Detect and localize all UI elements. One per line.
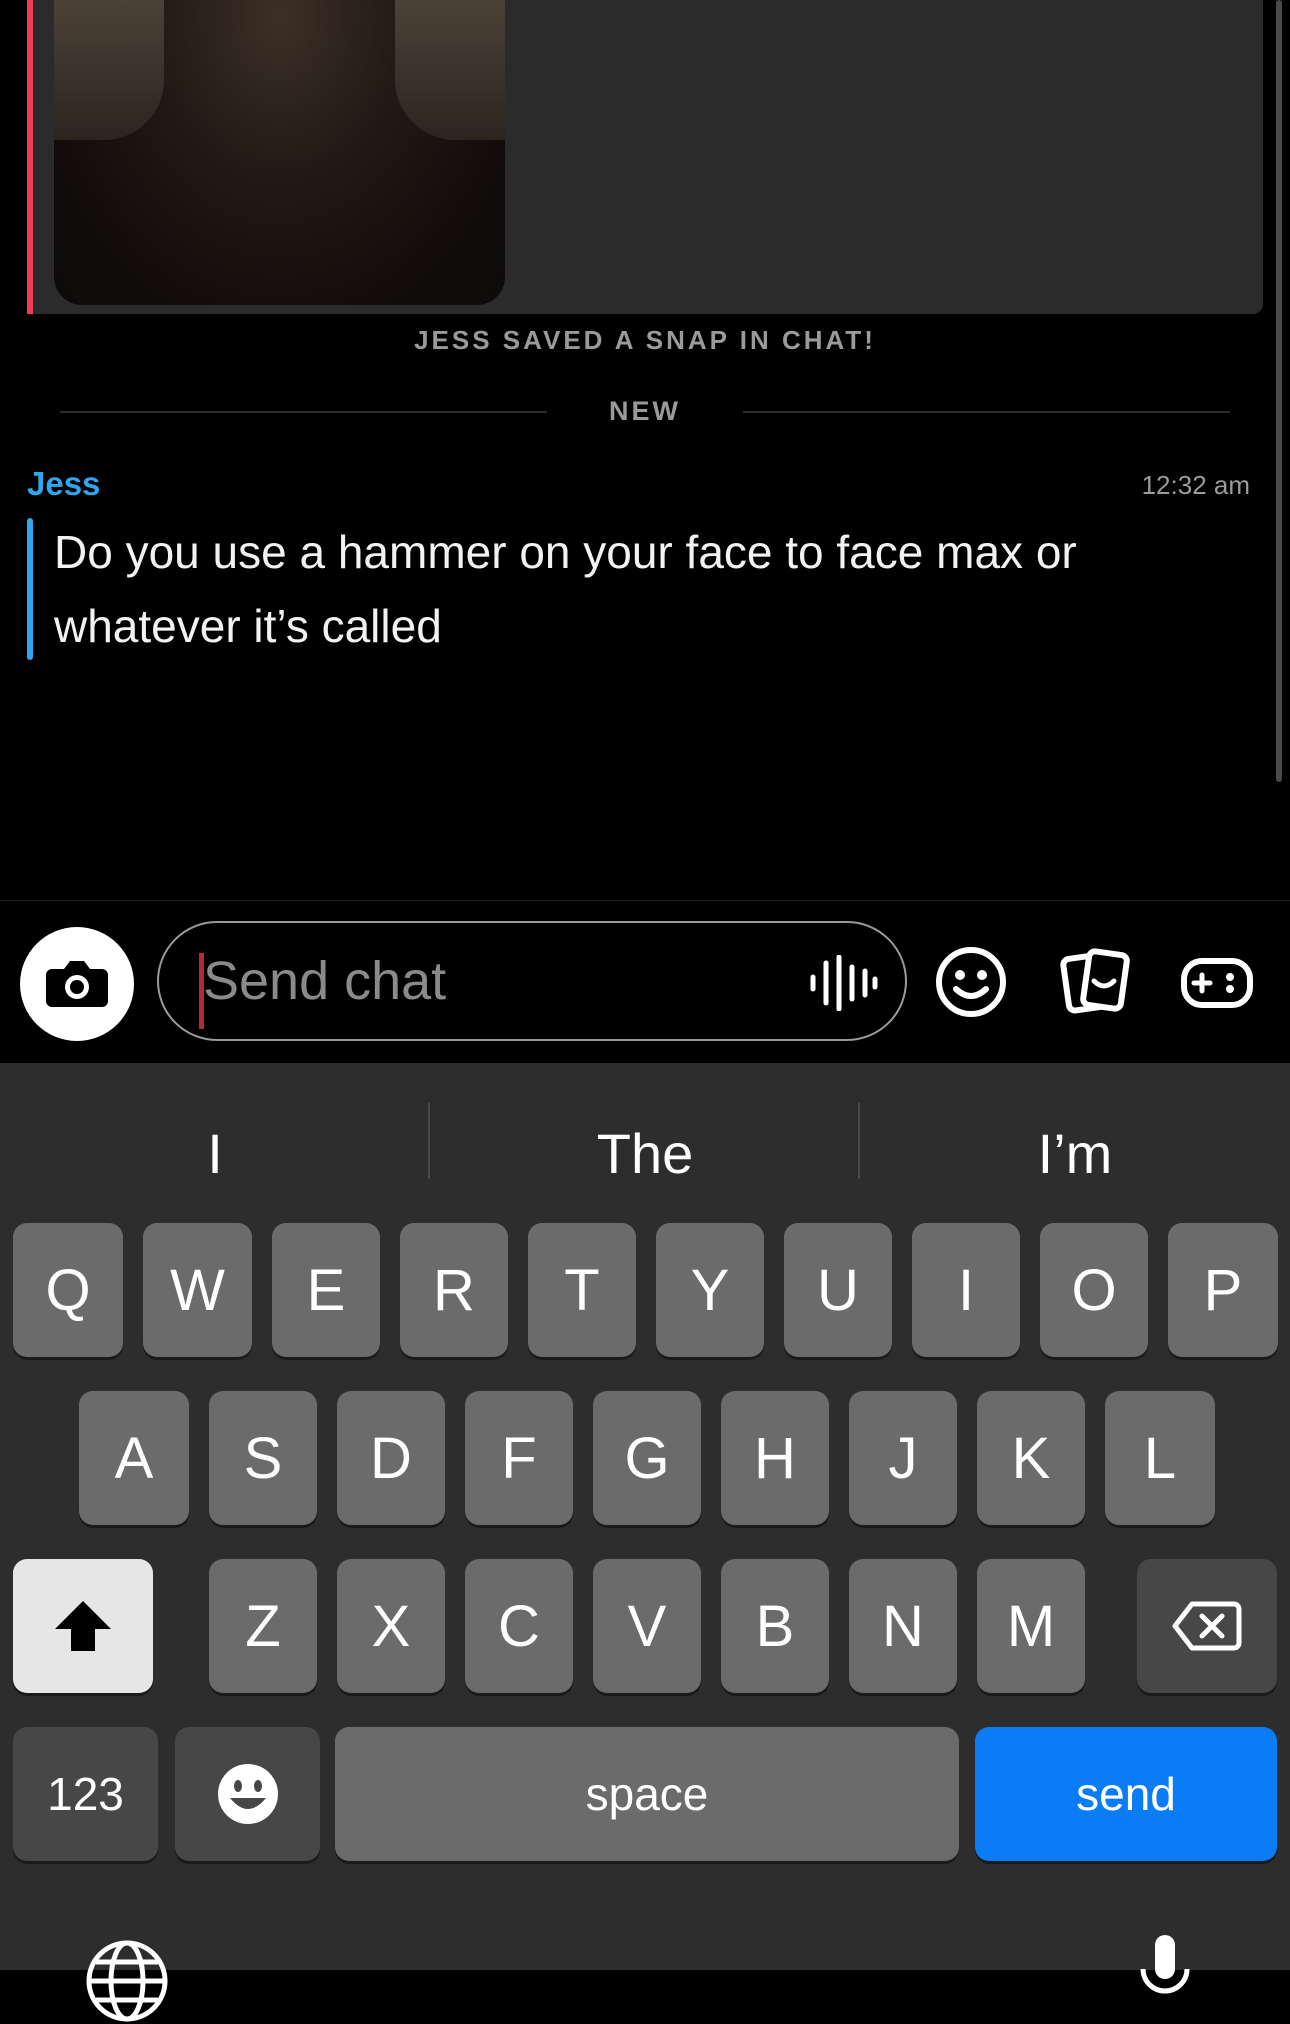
key-g[interactable]: G (593, 1391, 701, 1525)
key-p[interactable]: P (1168, 1223, 1278, 1357)
emoji-icon (217, 1764, 278, 1824)
chat-input[interactable] (203, 941, 763, 1021)
keyboard: I The I’m Q W E R T Y U I O P A S D F G … (0, 1063, 1290, 2022)
chat-scrollbar[interactable] (1276, 0, 1282, 782)
key-d[interactable]: D (337, 1391, 445, 1525)
key-n[interactable]: N (849, 1559, 957, 1693)
space-key[interactable]: space (335, 1727, 959, 1861)
backspace-icon (1172, 1601, 1242, 1651)
key-x[interactable]: X (337, 1559, 445, 1693)
emoji-key[interactable] (175, 1727, 320, 1861)
snap-accent-bar (27, 0, 33, 314)
key-j[interactable]: J (849, 1391, 957, 1525)
divider-right (743, 411, 1230, 413)
key-k[interactable]: K (977, 1391, 1085, 1525)
key-s[interactable]: S (209, 1391, 317, 1525)
message-accent-bar (27, 518, 33, 660)
shift-icon (55, 1601, 111, 1651)
key-v[interactable]: V (593, 1559, 701, 1693)
camera-icon (46, 961, 108, 1007)
key-t[interactable]: T (528, 1223, 636, 1357)
key-c[interactable]: C (465, 1559, 573, 1693)
key-b[interactable]: B (721, 1559, 829, 1693)
game-controller-icon[interactable] (1180, 945, 1254, 1019)
stickers-icon[interactable] (1058, 945, 1132, 1019)
message-time: 12:32 am (1141, 470, 1250, 500)
numbers-key[interactable]: 123 (13, 1727, 158, 1861)
key-h[interactable]: H (721, 1391, 829, 1525)
emoji-icon[interactable] (934, 945, 1008, 1019)
message-sender[interactable]: Jess (27, 465, 100, 503)
key-w[interactable]: W (143, 1223, 252, 1357)
saved-snap-notice: JESS SAVED A SNAP IN CHAT! (414, 325, 876, 355)
shift-key[interactable] (13, 1559, 153, 1693)
camera-button[interactable] (20, 927, 134, 1041)
key-q[interactable]: Q (13, 1223, 123, 1357)
microphone-icon[interactable] (1135, 1931, 1195, 2021)
send-key[interactable]: send (975, 1727, 1277, 1861)
key-i[interactable]: I (912, 1223, 1020, 1357)
snap-thumbnail[interactable] (54, 0, 505, 305)
suggestion-3[interactable]: I’m (860, 1103, 1290, 1203)
thumbnail-shape-left (54, 0, 164, 140)
suggestion-1[interactable]: I (0, 1103, 430, 1203)
key-l[interactable]: L (1105, 1391, 1215, 1525)
key-e[interactable]: E (272, 1223, 380, 1357)
key-o[interactable]: O (1040, 1223, 1148, 1357)
key-u[interactable]: U (784, 1223, 892, 1357)
key-m[interactable]: M (977, 1559, 1085, 1693)
globe-icon[interactable] (84, 1938, 170, 2024)
backspace-key[interactable] (1137, 1559, 1277, 1693)
key-z[interactable]: Z (209, 1559, 317, 1693)
message-text[interactable]: Do you use a hammer on your face to face… (54, 515, 1254, 663)
chat-composer (0, 900, 1290, 1064)
key-r[interactable]: R (400, 1223, 508, 1357)
thumbnail-shape-right (395, 0, 505, 140)
key-a[interactable]: A (79, 1391, 189, 1525)
voice-icon[interactable] (807, 955, 879, 1011)
key-y[interactable]: Y (656, 1223, 764, 1357)
chat-input-field[interactable] (157, 921, 907, 1041)
suggestion-2[interactable]: The (430, 1103, 860, 1203)
key-f[interactable]: F (465, 1391, 573, 1525)
